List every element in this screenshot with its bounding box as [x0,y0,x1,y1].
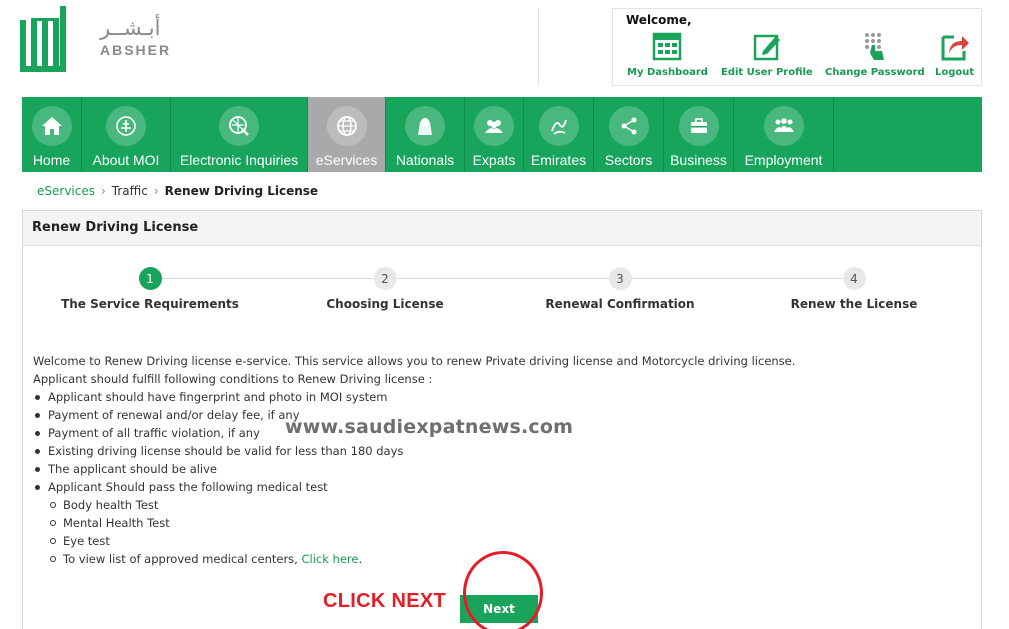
home-icon [41,117,62,135]
edit-user-profile-label: Edit User Profile [721,67,813,78]
briefcase-icon [690,118,707,133]
globe-icon-bg [326,106,367,146]
inquiries-icon-bg [219,106,259,146]
nav-item-electronic-inquiries[interactable]: Electronic Inquiries [171,97,308,172]
people-icon-bg [474,106,514,146]
medical-test-item: Mental Health Test [33,514,963,532]
absher-logo-mark [20,6,66,72]
step-2: 2 Choosing License [275,267,495,311]
nav-label-emirates: Emirates [530,152,587,168]
main-nav: Home About MOI Electronic Inquiries eSer… [22,97,982,172]
user-panel: Welcome, My Dashboard Edit User Profile … [612,8,982,86]
medical-centers-link[interactable]: Click here [301,552,358,566]
breadcrumb: eServices › Traffic › Renew Driving Lice… [37,184,318,198]
step-label: The Service Requirements [61,297,239,311]
step-1: 1 The Service Requirements [40,267,260,311]
nav-label-expats: Expats [472,152,516,168]
inquiries-icon [229,116,249,136]
breadcrumb-eservices[interactable]: eServices [37,184,95,198]
click-next-annotation: CLICK NEXT [323,590,446,612]
conditions-heading: Applicant should fulfill following condi… [33,372,433,386]
nav-label-nationals: Nationals [395,152,455,168]
step-label: Renewal Confirmation [545,297,695,311]
step-3: 3 Renewal Confirmation [510,267,730,311]
step-label: Renew the License [790,297,918,311]
chevron-right-icon: › [153,184,159,198]
nav-item-nationals[interactable]: Nationals [386,97,465,172]
absher-logo[interactable]: أبـشــر ABSHER [20,4,169,76]
list-item: Existing driving license should be valid… [33,442,963,460]
nav-label-about-moi: About MOI [92,152,160,168]
change-password-label: Change Password [825,67,925,78]
step-number: 2 [373,267,397,290]
medical-test-item: Body health Test [33,496,963,514]
globe-icon [336,116,357,136]
panel-title: Renew Driving License [23,211,981,246]
nav-label-eservices: eServices [315,152,378,168]
logout-label: Logout [935,67,975,78]
nav-label-sectors: Sectors [604,152,653,168]
requirements-text: Welcome to Renew Driving license e-servi… [33,352,963,568]
emirates-icon [550,119,567,135]
people-icon [485,120,503,133]
change-password-icon [864,33,884,60]
header-divider [538,8,539,86]
watermark-text: www.saudiexpatnews.com [285,416,574,438]
step-number: 4 [842,267,866,290]
my-dashboard-label: My Dashboard [627,67,708,78]
breadcrumb-traffic[interactable]: Traffic [112,184,148,198]
nav-item-home[interactable]: Home [22,97,82,172]
step-4: 4 Renew the License [744,267,964,311]
logo-arabic-name: أبـشــر [100,16,161,40]
sectors-icon [621,117,636,135]
nav-item-business[interactable]: Business [664,97,734,172]
employment-icon [773,118,794,132]
logout-icon [941,35,969,61]
moi-emblem-icon-bg [106,106,146,146]
nav-item-expats[interactable]: Expats [465,97,524,172]
employment-icon-bg [763,106,804,146]
emirates-icon-bg [538,106,579,146]
list-item: Applicant Should pass the following medi… [33,478,963,496]
nav-label-home: Home [32,152,71,168]
nav-item-eservices[interactable]: eServices [308,97,386,172]
briefcase-icon-bg [678,106,719,146]
step-number: 3 [608,267,632,290]
list-item: Applicant should have fingerprint and ph… [33,388,963,406]
change-password-link[interactable]: Change Password [825,31,925,78]
nav-item-sectors[interactable]: Sectors [594,97,664,172]
nationals-icon [418,118,432,135]
edit-user-profile-link[interactable]: Edit User Profile [721,31,813,78]
nav-label-business: Business [670,152,727,168]
nav-item-employment[interactable]: Employment [734,97,834,172]
sectors-icon-bg [608,106,649,146]
annotation-circle [463,551,543,629]
home-icon-bg [31,106,72,146]
chevron-right-icon: › [100,184,106,198]
nav-item-emirates[interactable]: Emirates [524,97,594,172]
medical-centers-text: To view list of approved medical centers… [63,552,302,566]
nav-item-about-moi[interactable]: About MOI [82,97,171,172]
moi-emblem-icon [116,116,136,136]
welcome-text: Welcome, [626,13,692,27]
dashboard-icon [653,32,682,61]
breadcrumb-current: Renew Driving License [164,184,319,198]
list-item: The applicant should be alive [33,460,963,478]
my-dashboard-link[interactable]: My Dashboard [627,31,708,78]
conditions-list: Applicant should have fingerprint and ph… [33,388,963,568]
logout-link[interactable]: Logout [935,31,974,78]
nationals-icon-bg [405,106,445,146]
nav-label-employment: Employment [744,152,823,168]
medical-test-item: Eye test [33,532,963,550]
nav-label-electronic-inquiries: Electronic Inquiries [179,152,299,168]
medical-centers-end: . [358,552,363,566]
step-number: 1 [138,267,162,290]
logo-english-name: ABSHER [100,42,172,58]
step-label: Choosing License [326,297,444,311]
intro-text: Welcome to Renew Driving license e-servi… [33,354,796,368]
edit-profile-icon [753,34,780,61]
